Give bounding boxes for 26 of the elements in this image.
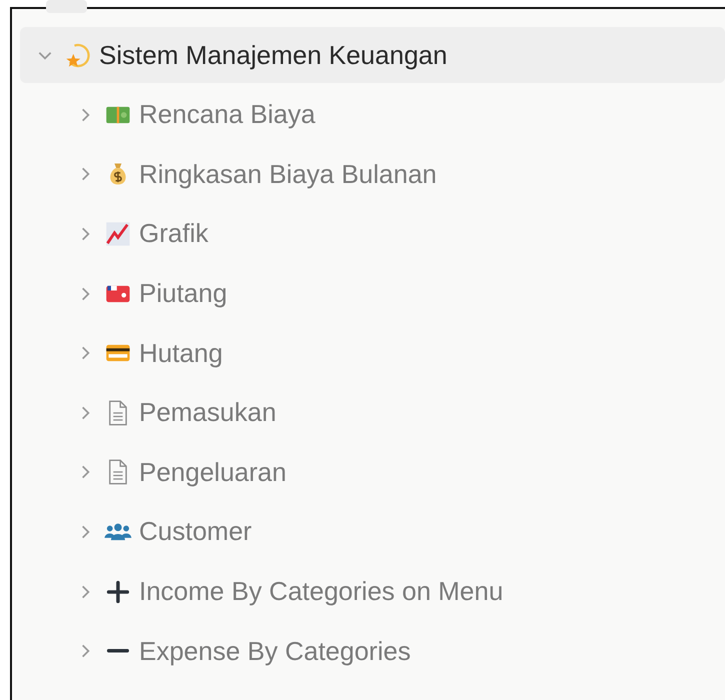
item-label: Ringkasan Biaya Bulanan [139, 158, 437, 190]
minus-icon [107, 649, 129, 653]
item-label: Pengeluaran [139, 456, 286, 488]
item-label: Piutang [139, 278, 228, 310]
star-icon [64, 41, 92, 69]
item-label: Sistem Manajemen Keuangan [99, 40, 448, 70]
tree-item[interactable]: Pengeluaran [20, 442, 725, 502]
item-label: Pemasukan [139, 397, 276, 428]
tree-item[interactable]: Rencana Biaya [20, 85, 725, 145]
item-label: Expense By Categories [139, 636, 411, 667]
tree-item[interactable]: Grafik [20, 204, 725, 264]
tree-item[interactable]: Pemasukan [20, 382, 725, 443]
tree-item[interactable]: Income By Categories on Menu [20, 562, 725, 622]
item-label: Hutang [139, 338, 223, 369]
chart-icon [104, 220, 132, 248]
tree-item[interactable]: Piutang [20, 264, 725, 324]
tree-item[interactable]: Customer [20, 502, 725, 562]
item-label: Customer [139, 516, 252, 548]
tree-item[interactable]: Sistem Manajemen Keuangan [20, 27, 725, 83]
item-label: Rencana Biaya [139, 99, 316, 130]
item-label: Income By Categories on Menu [139, 576, 504, 608]
tree-item[interactable]: Ringkasan Biaya Bulanan [20, 144, 725, 204]
tree-item[interactable]: Expense By Categories [20, 621, 725, 681]
tree-item[interactable]: Hutang [20, 323, 725, 383]
item-label: Grafik [139, 218, 208, 250]
cut-off-row [46, 0, 87, 13]
